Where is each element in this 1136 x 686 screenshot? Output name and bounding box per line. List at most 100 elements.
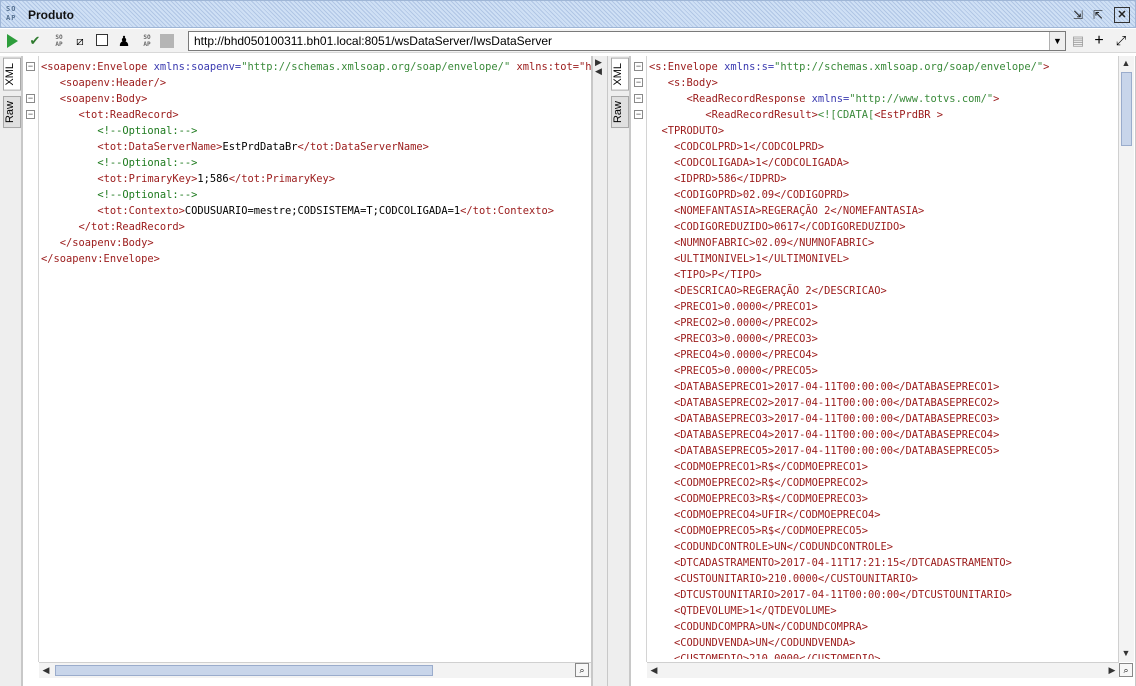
code-token: <QTDEVOLUME>1</QTDEVOLUME> bbox=[649, 605, 837, 617]
maximize-icon[interactable]: ⇱ bbox=[1090, 7, 1106, 23]
code-line: </tot:ReadRecord> bbox=[41, 219, 591, 235]
code-line: <PRECO1>0.0000</PRECO1> bbox=[649, 299, 1117, 315]
code-line: <NOMEFANTASIA>REGERAÇÃO 2</NOMEFANTASIA> bbox=[649, 203, 1117, 219]
expand-icon[interactable]: ⤢ bbox=[1113, 33, 1129, 49]
code-token: </tot:PrimaryKey> bbox=[228, 173, 336, 185]
code-line: <PRECO5>0.0000</PRECO5> bbox=[649, 363, 1117, 379]
code-line: <s:Envelope xmlns:s="http://schemas.xmls… bbox=[649, 59, 1117, 75]
code-line: <TIPO>P</TIPO> bbox=[649, 267, 1117, 283]
zoom-icon[interactable]: ⌕ bbox=[575, 663, 589, 677]
code-token: <CODMOEPRECO3>R$</CODMOEPRECO3> bbox=[649, 493, 868, 505]
code-line: <CODCOLIGADA>1</CODCOLIGADA> bbox=[649, 155, 1117, 171]
code-line: <CODMOEPRECO1>R$</CODMOEPRECO1> bbox=[649, 459, 1117, 475]
request-editor[interactable]: − − − <soapenv:Envelope xmlns:soapenv="h… bbox=[22, 56, 592, 686]
tab-raw[interactable]: Raw bbox=[611, 96, 629, 129]
code-token: <tot:ReadRecord> bbox=[78, 109, 179, 121]
code-token: </tot:ReadRecord> bbox=[78, 221, 185, 233]
code-token: <CODUNDCOMPRA>UN</CODUNDCOMPRA> bbox=[649, 621, 868, 633]
fold-icon[interactable]: − bbox=[26, 62, 35, 71]
fold-icon[interactable]: − bbox=[26, 110, 35, 119]
code-token: </soapenv:Body> bbox=[59, 237, 154, 249]
code-token: <PRECO3>0.0000</PRECO3> bbox=[649, 333, 818, 345]
endpoint-url-field[interactable]: http://bhd050100311.bh01.local:8051/wsDa… bbox=[188, 31, 1066, 51]
code-line: <NUMNOFABRIC>02.09</NUMNOFABRIC> bbox=[649, 235, 1117, 251]
settings-icon[interactable]: ▤ bbox=[1070, 33, 1086, 49]
scroll-thumb[interactable] bbox=[55, 665, 433, 676]
restore-icon[interactable]: ⇲ bbox=[1070, 7, 1086, 23]
scroll-up-icon[interactable]: ▲ bbox=[1119, 56, 1133, 71]
code-line: <CUSTOMEDIO>210.0000</CUSTOMEDIO> bbox=[649, 651, 1117, 659]
scroll-down-icon[interactable]: ▼ bbox=[1119, 646, 1133, 661]
pane-splitter[interactable]: ▶ ◀ bbox=[592, 56, 608, 686]
scroll-thumb[interactable] bbox=[1121, 72, 1132, 146]
fold-icon[interactable]: − bbox=[634, 78, 643, 87]
soap-icon[interactable]: SO AP bbox=[139, 34, 155, 50]
scroll-left-icon[interactable]: ◀ bbox=[39, 663, 53, 678]
fold-icon[interactable]: − bbox=[634, 94, 643, 103]
code-token: <s:Envelope bbox=[649, 61, 725, 73]
response-side-tabs: XML Raw bbox=[608, 56, 630, 686]
code-line: <PRECO4>0.0000</PRECO4> bbox=[649, 347, 1117, 363]
scroll-right-icon[interactable]: ▶ bbox=[1105, 663, 1119, 678]
code-token: <tot:PrimaryKey> bbox=[97, 173, 198, 185]
code-token: <soapenv:Envelope bbox=[41, 61, 154, 73]
tab-xml[interactable]: XML bbox=[611, 58, 629, 91]
response-horizontal-scrollbar[interactable]: ◀ ▶ bbox=[647, 662, 1119, 678]
code-line: <PRECO3>0.0000</PRECO3> bbox=[649, 331, 1117, 347]
title-bar: SO AP Produto ⇲ ⇱ ✕ bbox=[0, 0, 1136, 28]
code-token: <DTCADASTRAMENTO>2017-04-11T17:21:15</DT… bbox=[649, 557, 1012, 569]
stop-icon[interactable] bbox=[96, 34, 108, 46]
splitter-arrows-icon[interactable]: ▶ ◀ bbox=[595, 58, 602, 76]
request-horizontal-scrollbar[interactable]: ◀ ▶ bbox=[39, 662, 591, 678]
code-line: </soapenv:Body> bbox=[41, 235, 591, 251]
code-token: <DATABASEPRECO5>2017-04-11T00:00:00</DAT… bbox=[649, 445, 1000, 457]
gray-square-icon[interactable] bbox=[160, 34, 174, 48]
code-token: <PRECO2>0.0000</PRECO2> bbox=[649, 317, 818, 329]
tab-raw[interactable]: Raw bbox=[3, 96, 21, 129]
play-icon[interactable] bbox=[7, 34, 18, 48]
response-xml-code[interactable]: <s:Envelope xmlns:s="http://schemas.xmls… bbox=[649, 59, 1117, 659]
fold-icon[interactable]: − bbox=[634, 62, 643, 71]
code-line: <!--Optional:--> bbox=[41, 187, 591, 203]
code-token: <IDPRD>586</IDPRD> bbox=[649, 173, 787, 185]
toolbar: ✔ SO AP ⧄ ♟ SO AP http://bhd050100311.bh01… bbox=[0, 29, 1136, 53]
fold-icon[interactable]: − bbox=[634, 110, 643, 119]
fold-icon[interactable]: − bbox=[26, 94, 35, 103]
code-token: <DATABASEPRECO2>2017-04-11T00:00:00</DAT… bbox=[649, 397, 1000, 409]
soap-icon[interactable]: SO AP bbox=[51, 34, 67, 50]
check-icon[interactable]: ✔ bbox=[27, 33, 43, 49]
chevron-down-icon[interactable]: ▼ bbox=[1049, 32, 1065, 50]
code-token: EstPrdDataBr bbox=[222, 141, 298, 153]
resize-icon[interactable]: ⧄ bbox=[72, 33, 88, 49]
zoom-icon[interactable]: ⌕ bbox=[1119, 663, 1133, 677]
code-token: > bbox=[1043, 61, 1050, 73]
code-line: <CODUNDCONTROLE>UN</CODUNDCONTROLE> bbox=[649, 539, 1117, 555]
code-token: xmlns:soapenv= bbox=[153, 61, 242, 73]
response-gutter: − − − − bbox=[631, 56, 647, 662]
tab-xml[interactable]: XML bbox=[3, 58, 21, 91]
code-line: <DATABASEPRECO5>2017-04-11T00:00:00</DAT… bbox=[649, 443, 1117, 459]
code-line: <DTCADASTRAMENTO>2017-04-11T17:21:15</DT… bbox=[649, 555, 1117, 571]
close-button[interactable]: ✕ bbox=[1114, 7, 1130, 23]
code-line: <DATABASEPRECO4>2017-04-11T00:00:00</DAT… bbox=[649, 427, 1117, 443]
response-vertical-scrollbar[interactable]: ▲ ▼ bbox=[1118, 56, 1134, 662]
code-token: <CODMOEPRECO2>R$</CODMOEPRECO2> bbox=[649, 477, 868, 489]
response-editor[interactable]: − − − − <s:Envelope xmlns:s="http://sche… bbox=[630, 56, 1136, 686]
request-xml-code[interactable]: <soapenv:Envelope xmlns:soapenv="http://… bbox=[41, 59, 591, 659]
code-token: <DTCUSTOUNITARIO>2017-04-11T00:00:00</DT… bbox=[649, 589, 1012, 601]
code-line: <CODUNDCOMPRA>UN</CODUNDCOMPRA> bbox=[649, 619, 1117, 635]
code-line: <PRECO2>0.0000</PRECO2> bbox=[649, 315, 1117, 331]
code-line: <tot:ReadRecord> bbox=[41, 107, 591, 123]
user-icon[interactable]: ♟ bbox=[116, 33, 132, 49]
scroll-left-icon[interactable]: ◀ bbox=[647, 663, 661, 678]
plus-icon[interactable]: + bbox=[1091, 33, 1107, 49]
code-token: <PRECO4>0.0000</PRECO4> bbox=[649, 349, 818, 361]
